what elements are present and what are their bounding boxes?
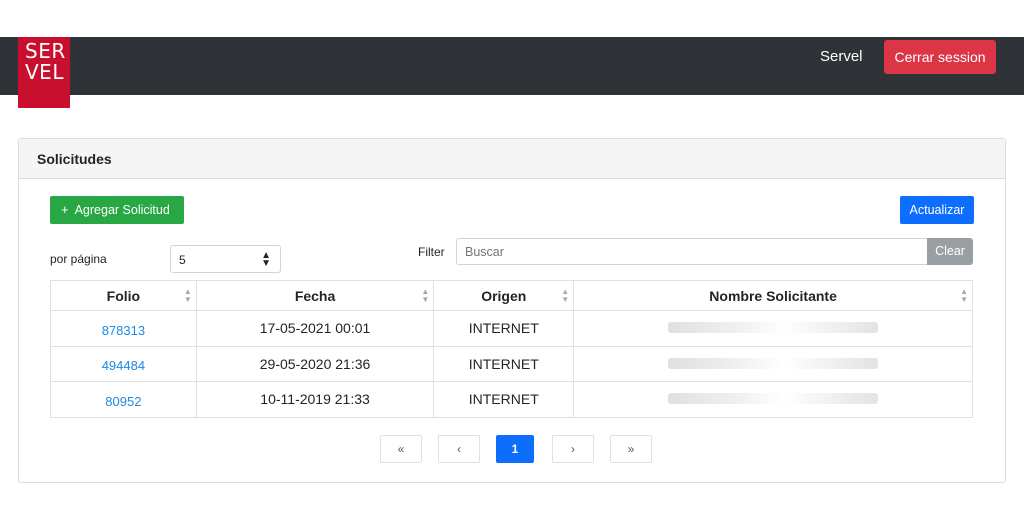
logout-button[interactable]: Cerrar session <box>884 40 996 74</box>
clear-button[interactable]: Clear <box>927 238 973 265</box>
fecha-cell: 10-11-2019 21:33 <box>195 381 435 418</box>
column-header-origen[interactable]: Origen ▲ ▼ <box>433 280 575 311</box>
folio-link[interactable]: 80952 <box>50 381 197 418</box>
origen-cell: INTERNET <box>433 381 575 418</box>
redacted-text <box>668 322 879 334</box>
servel-logo[interactable]: SER VEL <box>18 37 70 108</box>
per-page-value: 5 <box>179 253 186 267</box>
table-row: 80952 10-11-2019 21:33 INTERNET <box>50 381 973 418</box>
sort-icon: ▲ ▼ <box>183 287 192 304</box>
origen-cell: INTERNET <box>433 310 575 347</box>
prev-page-button[interactable]: ‹ <box>438 435 480 463</box>
redacted-text <box>668 357 879 369</box>
column-label: Origen <box>481 287 527 304</box>
column-header-nombre[interactable]: Nombre Solicitante ▲ ▼ <box>573 280 973 311</box>
folio-link[interactable]: 494484 <box>50 345 197 382</box>
column-label: Fecha <box>294 287 336 304</box>
folio-link[interactable]: 878313 <box>50 310 197 347</box>
table-header-row: Folio ▲ ▼ Fecha ▲ ▼ Origen ▲ ▼ Nombre Solicita… <box>50 280 973 311</box>
sort-icon: ▲ ▼ <box>561 287 570 304</box>
search-input[interactable] <box>456 238 928 265</box>
fecha-cell: 29-05-2020 21:36 <box>195 345 435 382</box>
card-title: Solicitudes <box>19 139 1005 179</box>
add-request-button[interactable]: + Agregar Solicitud <box>50 196 184 224</box>
last-page-button[interactable]: » <box>610 435 652 463</box>
fecha-cell: 17-05-2021 00:01 <box>195 310 435 347</box>
nombre-cell-redacted <box>573 310 973 347</box>
top-navbar <box>0 37 1024 95</box>
first-page-button[interactable]: « <box>380 435 422 463</box>
logo-line-2: VEL <box>25 60 64 84</box>
table-row: 494484 29-05-2020 21:36 INTERNET <box>50 345 973 382</box>
logo-line-1: SER <box>25 39 66 63</box>
requests-table: Folio ▲ ▼ Fecha ▲ ▼ Origen ▲ ▼ Nombre Solicita… <box>50 280 973 418</box>
add-request-label: Agregar Solicitud <box>74 203 170 217</box>
filter-label: Filter <box>418 245 445 259</box>
column-label: Folio <box>106 287 141 304</box>
column-header-fecha[interactable]: Fecha ▲ ▼ <box>195 280 435 311</box>
sort-icon: ▲ ▼ <box>960 287 968 304</box>
select-arrows-icon: ▲ ▼ <box>261 250 271 269</box>
origen-cell: INTERNET <box>433 345 575 382</box>
plus-icon: + <box>61 202 69 217</box>
sort-icon: ▲ ▼ <box>421 287 430 304</box>
redacted-text <box>668 393 879 405</box>
pagination: « ‹ 1 › » <box>380 435 668 463</box>
nombre-cell-redacted <box>573 381 973 418</box>
per-page-label: por página <box>50 252 107 266</box>
column-header-folio[interactable]: Folio ▲ ▼ <box>50 280 197 311</box>
column-label: Nombre Solicitante <box>709 287 837 304</box>
nombre-cell-redacted <box>573 345 973 382</box>
per-page-select[interactable]: 5 ▲ ▼ <box>170 245 281 273</box>
current-page-button[interactable]: 1 <box>496 435 534 463</box>
next-page-button[interactable]: › <box>552 435 594 463</box>
user-name: Servel <box>820 48 863 65</box>
table-row: 878313 17-05-2021 00:01 INTERNET <box>50 310 973 347</box>
refresh-button[interactable]: Actualizar <box>900 196 974 224</box>
